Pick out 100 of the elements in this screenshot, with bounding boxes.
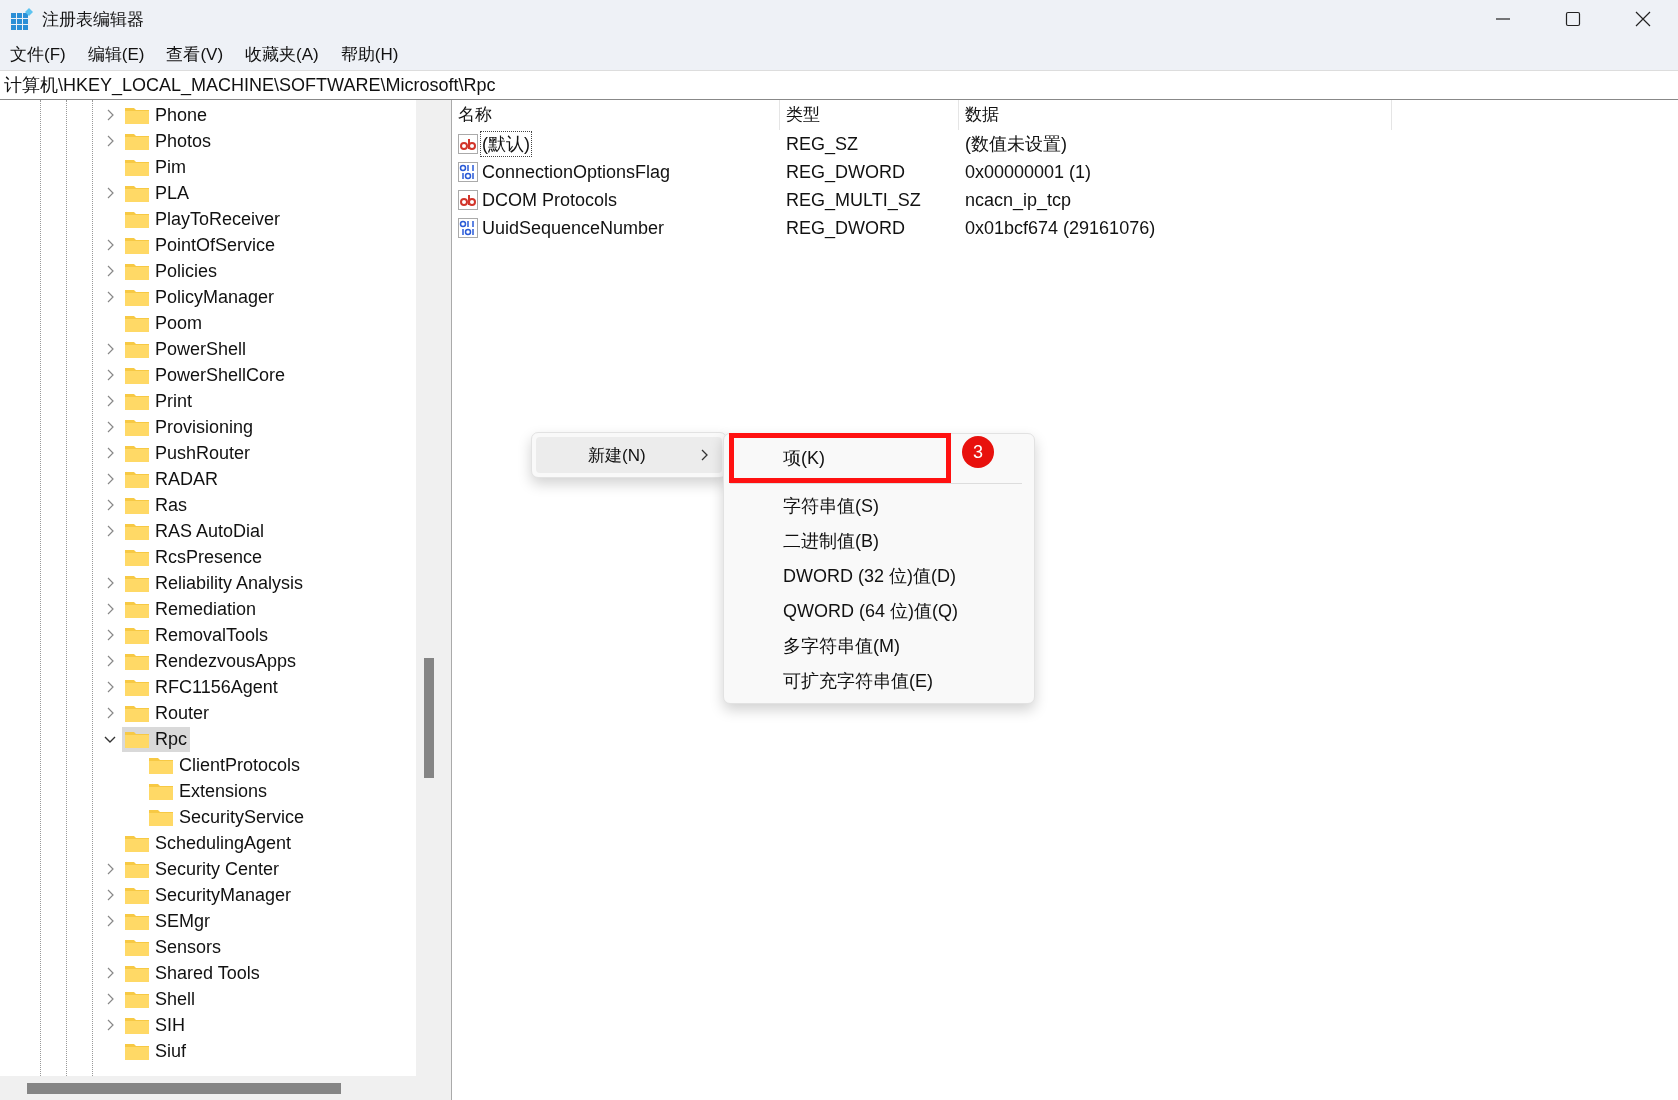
menu-item[interactable]: 项(K) <box>729 433 951 483</box>
tree-item[interactable]: Shell <box>122 986 199 1012</box>
folder-icon <box>125 262 149 280</box>
tree-item[interactable]: ClientProtocols <box>146 752 304 778</box>
column-header[interactable]: 类型 <box>780 100 959 130</box>
menu-item[interactable]: 文件(F) <box>10 42 66 66</box>
folder-icon <box>125 444 149 462</box>
tree-item[interactable]: Shared Tools <box>122 960 263 986</box>
tree-item[interactable]: PolicyManager <box>122 284 278 310</box>
tree-item[interactable]: Poom <box>122 310 206 336</box>
tree-item[interactable]: SchedulingAgent <box>122 830 295 856</box>
step-badge: 3 <box>962 436 994 468</box>
tree-item[interactable]: Pim <box>122 154 189 180</box>
close-icon[interactable] <box>1635 11 1651 27</box>
value-type: REG_MULTI_SZ <box>785 189 922 211</box>
folder-icon <box>149 756 173 774</box>
tree-item[interactable]: SIH <box>122 1012 188 1038</box>
tree-item[interactable]: Ras <box>122 492 190 518</box>
tree-item[interactable]: Policies <box>122 258 221 284</box>
tree-item[interactable]: Extensions <box>146 778 271 804</box>
folder-icon <box>125 548 149 566</box>
menu-item[interactable]: DWORD (32 位)值(D) <box>730 559 1028 594</box>
tree-item[interactable]: PowerShellCore <box>122 362 289 388</box>
tree-item[interactable]: Provisioning <box>122 414 257 440</box>
folder-icon <box>125 158 149 176</box>
menu-item[interactable]: 新建(N) <box>536 437 722 473</box>
menu-item[interactable]: 多字符串值(M) <box>730 629 1028 664</box>
folder-icon <box>125 418 149 436</box>
tree-item[interactable]: Phone <box>122 102 211 128</box>
tree-item[interactable]: Remediation <box>122 596 260 622</box>
folder-icon <box>125 340 149 358</box>
folder-icon <box>125 366 149 384</box>
column-header[interactable]: 名称 <box>452 100 780 130</box>
tree-item[interactable]: PointOfService <box>122 232 279 258</box>
folder-icon <box>125 912 149 930</box>
value-data: 0x01bcf674 (29161076) <box>964 217 1157 239</box>
folder-icon <box>125 314 149 332</box>
maximize-icon[interactable] <box>1565 11 1581 27</box>
folder-icon <box>125 106 149 124</box>
menu-item[interactable]: 查看(V) <box>166 42 224 66</box>
value-type: REG_DWORD <box>785 217 906 239</box>
value-name[interactable]: UuidSequenceNumber <box>480 216 667 240</box>
value-name[interactable]: DCOM Protocols <box>480 188 620 212</box>
value-data: 0x00000001 (1) <box>964 161 1093 183</box>
folder-icon <box>149 782 173 800</box>
scrollbar-thumb[interactable] <box>27 1083 341 1094</box>
tree-item[interactable]: Reliability Analysis <box>122 570 307 596</box>
menu-item[interactable]: 字符串值(S) <box>730 489 1028 524</box>
folder-icon <box>125 886 149 904</box>
tree-item[interactable]: PowerShell <box>122 336 250 362</box>
tree-item[interactable]: RFC1156Agent <box>122 674 281 700</box>
folder-icon <box>125 288 149 306</box>
folder-icon <box>125 600 149 618</box>
pane-splitter[interactable] <box>445 100 452 1100</box>
tree-item[interactable]: Rpc <box>122 726 190 752</box>
value-name[interactable]: ConnectionOptionsFlag <box>480 160 673 184</box>
tree-item[interactable]: Sensors <box>122 934 225 960</box>
folder-icon <box>149 808 173 826</box>
menu-item[interactable]: QWORD (64 位)值(Q) <box>730 594 1028 629</box>
folder-icon <box>125 1016 149 1034</box>
tree-item[interactable]: Siuf <box>122 1038 190 1064</box>
folder-icon <box>125 834 149 852</box>
tree-item[interactable]: SecurityService <box>146 804 308 830</box>
menu-item[interactable]: 可扩充字符串值(E) <box>730 664 1028 699</box>
folder-icon <box>125 184 149 202</box>
tree-item[interactable]: PushRouter <box>122 440 254 466</box>
tree-item[interactable]: RADAR <box>122 466 221 492</box>
folder-icon <box>125 678 149 696</box>
scrollbar-thumb[interactable] <box>424 658 434 778</box>
folder-icon <box>125 730 149 748</box>
tree-item[interactable]: Router <box>122 700 213 726</box>
folder-icon <box>125 704 149 722</box>
value-name[interactable]: (默认) <box>480 131 532 157</box>
menu-item[interactable]: 编辑(E) <box>87 42 145 66</box>
tree-item[interactable]: SEMgr <box>122 908 213 934</box>
value-data: ncacn_ip_tcp <box>964 189 1073 211</box>
value-data: (数值未设置) <box>964 133 1068 156</box>
address-field[interactable]: 计算机\HKEY_LOCAL_MACHINE\SOFTWARE\Microsoft\Rpc <box>0 70 1678 100</box>
string-value-icon <box>458 190 478 210</box>
value-type: REG_DWORD <box>785 161 906 183</box>
tree-item[interactable]: RendezvousApps <box>122 648 300 674</box>
folder-icon <box>125 392 149 410</box>
tree-item[interactable]: RcsPresence <box>122 544 266 570</box>
menu-item[interactable]: 帮助(H) <box>340 42 399 66</box>
window-title: 注册表编辑器 <box>42 8 144 31</box>
tree-item[interactable]: Photos <box>122 128 215 154</box>
tree-item[interactable]: SecurityManager <box>122 882 295 908</box>
folder-icon <box>125 652 149 670</box>
value-type: REG_SZ <box>785 133 860 155</box>
tree-item[interactable]: PLA <box>122 180 193 206</box>
menu-item[interactable]: 二进制值(B) <box>730 524 1028 559</box>
menu-item[interactable]: 收藏夹(A) <box>245 42 319 66</box>
tree-item[interactable]: PlayToReceiver <box>122 206 284 232</box>
tree-item[interactable]: Security Center <box>122 856 283 882</box>
string-value-icon <box>458 134 478 154</box>
folder-icon <box>125 626 149 644</box>
tree-item[interactable]: RemovalTools <box>122 622 272 648</box>
tree-item[interactable]: RAS AutoDial <box>122 518 268 544</box>
column-header[interactable]: 数据 <box>959 100 1392 130</box>
tree-item[interactable]: Print <box>122 388 195 414</box>
